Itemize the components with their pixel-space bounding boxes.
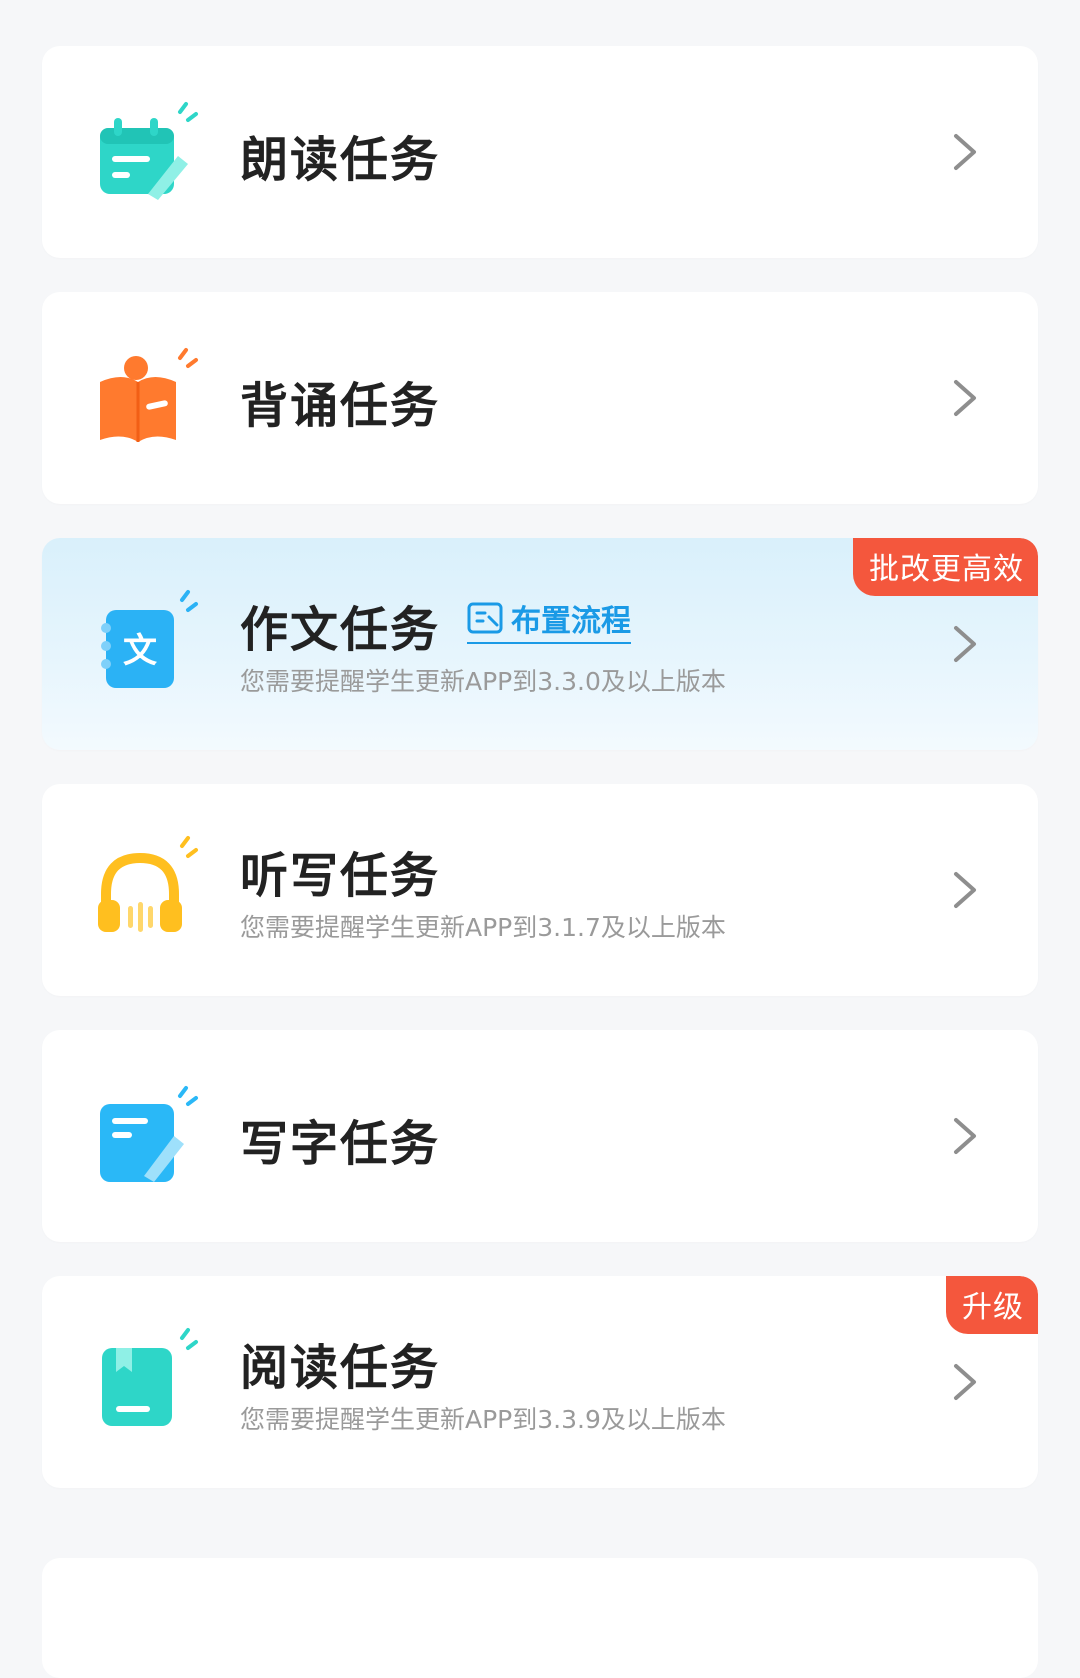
task-title: 朗读任务	[240, 132, 441, 188]
chevron-right-icon	[948, 622, 982, 666]
book-open-icon	[92, 346, 204, 458]
task-card-handwriting[interactable]: 写字任务	[42, 1030, 1038, 1242]
task-card-reading[interactable]: 升级 阅读任务 您需要提醒学生更新APP到3.3.9及以上版本	[42, 1276, 1038, 1488]
essay-notebook-icon: 文	[92, 588, 204, 700]
task-title: 阅读任务	[240, 1340, 441, 1396]
chevron-right-icon	[948, 376, 982, 420]
chevron-right-icon	[948, 130, 982, 174]
task-title: 作文任务	[240, 602, 441, 658]
task-card-recite[interactable]: 背诵任务	[42, 292, 1038, 504]
headphones-icon	[92, 834, 204, 946]
chevron-right-icon	[948, 1114, 982, 1158]
task-card-partial[interactable]	[42, 1558, 1038, 1678]
task-card-essay[interactable]: 批改更高效 文 作文任务 布置流程 您需要提醒学生更新APP到3.3.0及以上版…	[42, 538, 1038, 750]
chevron-right-icon	[948, 1360, 982, 1404]
task-title: 听写任务	[240, 848, 441, 904]
task-subtitle: 您需要提醒学生更新APP到3.1.7及以上版本	[240, 913, 726, 942]
task-title: 写字任务	[240, 1116, 441, 1172]
task-card-read-aloud[interactable]: 朗读任务	[42, 46, 1038, 258]
flow-label: 布置流程	[511, 604, 631, 639]
task-subtitle: 您需要提醒学生更新APP到3.3.9及以上版本	[240, 1405, 726, 1434]
flow-chart-icon	[467, 602, 503, 634]
bookmark-book-icon	[92, 1326, 204, 1438]
task-card-dictation[interactable]: 听写任务 您需要提醒学生更新APP到3.1.7及以上版本	[42, 784, 1038, 996]
note-pen-icon	[92, 1084, 204, 1196]
task-title: 背诵任务	[240, 378, 441, 434]
upgrade-badge: 升级	[946, 1276, 1038, 1334]
chevron-right-icon	[948, 868, 982, 912]
calendar-pen-icon	[92, 100, 204, 212]
task-subtitle: 您需要提醒学生更新APP到3.3.0及以上版本	[240, 667, 726, 696]
assign-flow-link[interactable]: 布置流程	[467, 596, 631, 644]
efficiency-badge: 批改更高效	[853, 538, 1038, 596]
svg-text:文: 文	[123, 631, 157, 671]
